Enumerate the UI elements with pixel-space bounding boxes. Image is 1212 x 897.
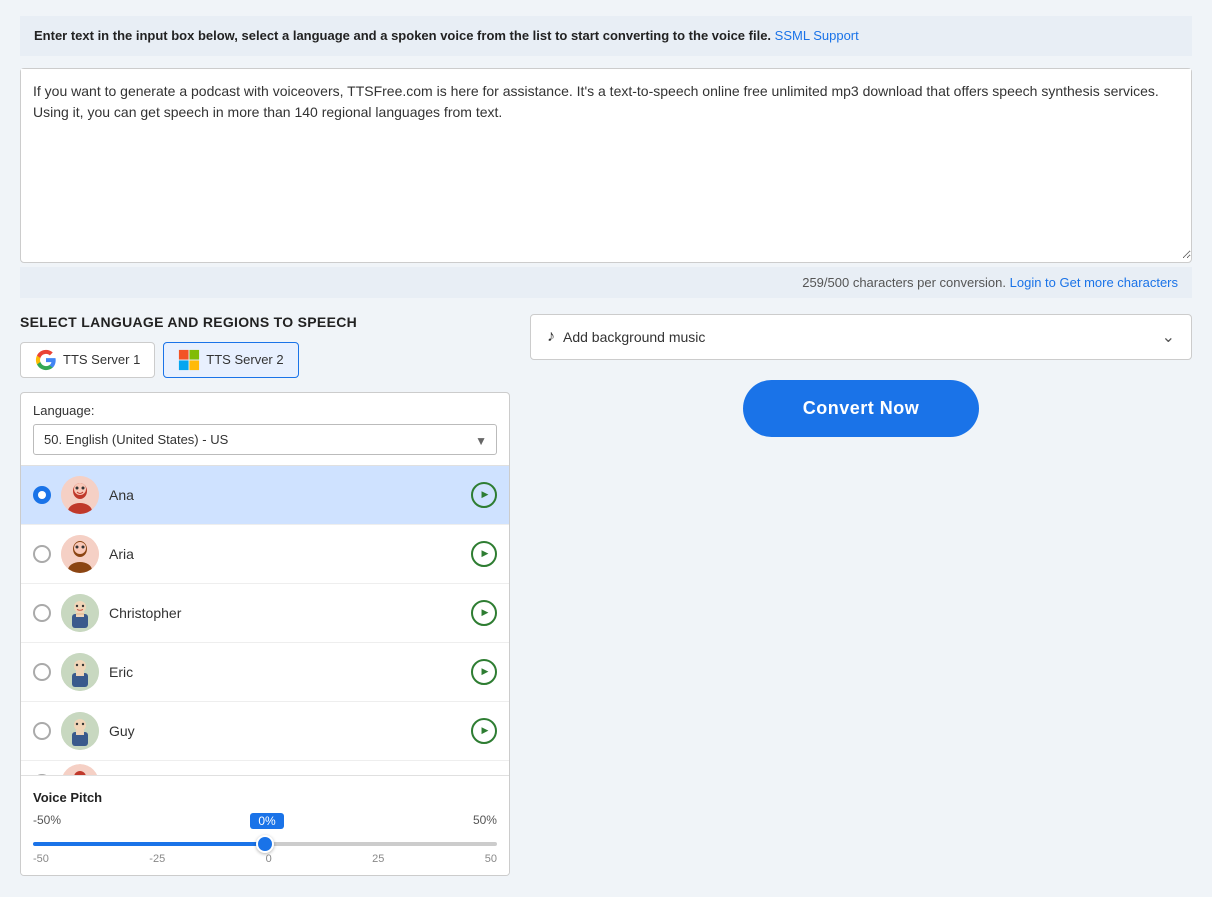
tab-tts-server-2[interactable]: TTS Server 2 [163,342,298,378]
language-select-wrapper: 50. English (United States) - US 1. Afri… [21,418,509,465]
music-note-icon: ♪ [547,328,555,346]
pitch-label-current: 0% [250,813,283,829]
voice-avatar-aria [61,535,99,573]
music-bar[interactable]: ♪ Add background music ⌄ [530,314,1192,360]
pitch-labels: -50% 0% 50% [33,813,497,829]
pitch-tick-labels: -50 -25 0 25 50 [33,853,497,865]
voice-name-ana: Ana [109,487,461,503]
play-btn-eric[interactable] [471,659,497,685]
voice-item-ana[interactable]: Ana [21,466,509,525]
tab-tts-server-1-label: TTS Server 1 [63,352,140,367]
instruction-bar: Enter text in the input box below, selec… [20,16,1192,56]
pitch-slider-wrapper [33,833,497,849]
ssml-support-link[interactable]: SSML Support [775,28,859,43]
pitch-label-max: 50% [473,813,497,829]
left-panel: SELECT LANGUAGE AND REGIONS TO SPEECH TT… [20,314,510,876]
char-count-bar: 259/500 characters per conversion. Login… [20,267,1192,298]
tab-tts-server-1[interactable]: TTS Server 1 [20,342,155,378]
play-btn-christopher[interactable] [471,600,497,626]
server-tabs: TTS Server 1 TTS Server 2 [20,342,510,378]
voice-item-aria[interactable]: Aria [21,525,509,584]
music-bar-label: Add background music [563,329,705,345]
char-count-text: 259/500 characters per conversion. [802,275,1006,290]
voice-item-christopher[interactable]: Christopher [21,584,509,643]
chevron-down-icon: ⌄ [1162,327,1175,347]
voice-radio-ana [33,486,51,504]
tick-0: 0 [266,853,272,865]
section-title: SELECT LANGUAGE AND REGIONS TO SPEECH [20,314,510,330]
voice-radio-guy [33,722,51,740]
voice-pitch-title: Voice Pitch [33,790,497,805]
voice-name-eric: Eric [109,664,461,680]
voice-name-christopher: Christopher [109,605,461,621]
tick-neg50: -50 [33,853,49,865]
voice-item-guy[interactable]: Guy [21,702,509,761]
music-bar-left: ♪ Add background music [547,328,705,346]
google-icon [35,349,57,371]
voice-item-partial[interactable]: - [21,761,509,775]
text-input[interactable]: If you want to generate a podcast with v… [21,69,1191,259]
language-label: Language: [21,393,509,418]
voice-avatar-ana [61,476,99,514]
language-section: Language: 50. English (United States) - … [20,392,510,876]
pitch-slider[interactable] [33,842,497,846]
language-select[interactable]: 50. English (United States) - US 1. Afri… [33,424,497,455]
play-btn-aria[interactable] [471,541,497,567]
tick-neg25: -25 [149,853,165,865]
convert-now-button[interactable]: Convert Now [743,380,980,437]
voice-avatar-guy [61,712,99,750]
login-link[interactable]: Login to Get more characters [1010,275,1178,290]
instruction-text: Enter text in the input box below, selec… [34,28,771,43]
voice-avatar-eric [61,653,99,691]
voice-item-eric[interactable]: Eric [21,643,509,702]
play-btn-guy[interactable] [471,718,497,744]
tick-50: 50 [485,853,497,865]
voice-radio-eric [33,663,51,681]
voice-name-guy: Guy [109,723,461,739]
voice-name-aria: Aria [109,546,461,562]
voice-radio-aria [33,545,51,563]
voice-radio-christopher [33,604,51,622]
microsoft-icon [178,349,200,371]
play-btn-ana[interactable] [471,482,497,508]
pitch-label-min: -50% [33,813,61,829]
right-panel: ♪ Add background music ⌄ Convert Now [530,314,1192,437]
voice-avatar-christopher [61,594,99,632]
text-input-container: If you want to generate a podcast with v… [20,68,1192,263]
main-content: SELECT LANGUAGE AND REGIONS TO SPEECH TT… [20,314,1192,876]
tab-tts-server-2-label: TTS Server 2 [206,352,283,367]
voice-avatar-partial [61,764,99,775]
voice-list: Ana [21,465,509,775]
voice-pitch-section: Voice Pitch -50% 0% 50% -50 -25 0 25 [21,775,509,875]
tick-25: 25 [372,853,384,865]
